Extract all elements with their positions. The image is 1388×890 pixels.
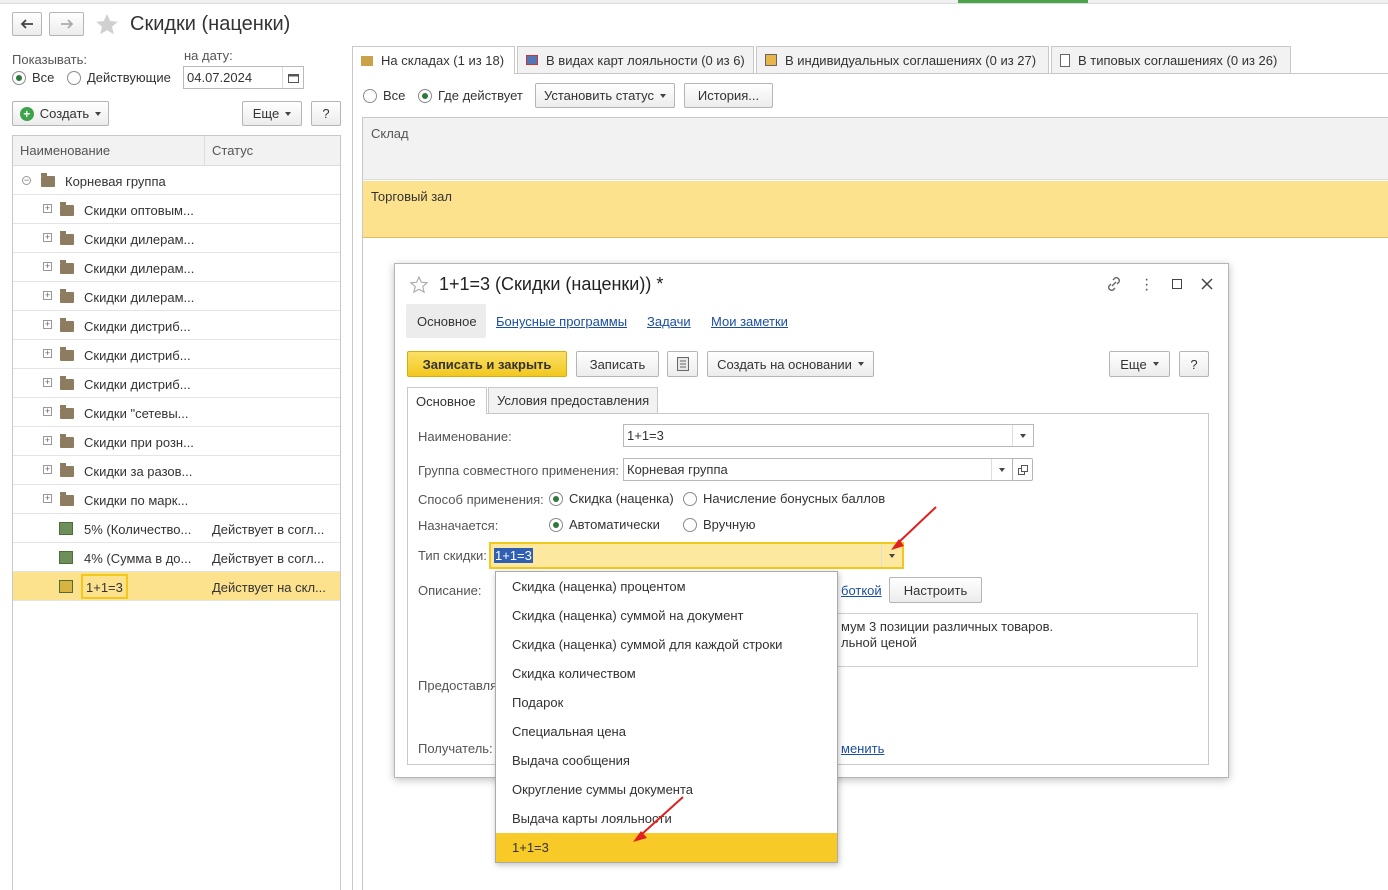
- annotation-arrows: [633, 506, 937, 842]
- arrow-to-selected-item: [633, 796, 684, 842]
- arrow-to-dropdown: [891, 506, 937, 550]
